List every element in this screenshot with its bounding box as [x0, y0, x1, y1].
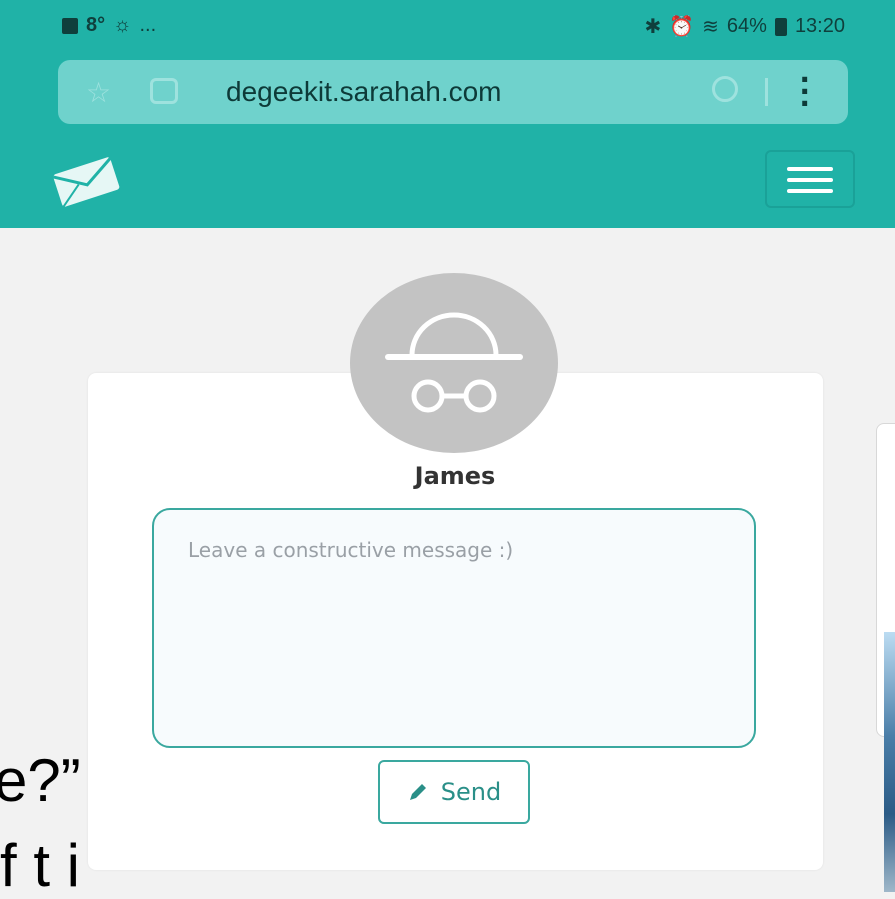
- bluetooth-icon: ✱: [644, 16, 662, 38]
- background-slide-text: e?”: [0, 747, 81, 814]
- star-icon[interactable]: ☆: [86, 76, 111, 109]
- wifi-signal-icon: ≋: [702, 16, 719, 38]
- overflow-menu-icon[interactable]: · · ·: [799, 66, 810, 118]
- alarm-icon: ⏰: [669, 16, 695, 38]
- status-bar: 8° ☼ ... ✱ ⏰ ≋ 64% 13:20: [0, 0, 895, 50]
- background-slide-text-2: f t i: [0, 832, 81, 899]
- envelope-logo-icon[interactable]: [48, 155, 124, 207]
- reload-icon[interactable]: [712, 76, 738, 102]
- message-input[interactable]: [152, 508, 756, 748]
- clock: 13:20: [794, 15, 845, 37]
- battery-icon: [774, 17, 787, 36]
- more-notifications: ...: [139, 14, 157, 36]
- divider: [765, 78, 768, 106]
- anonymous-avatar-icon: [350, 273, 558, 453]
- notification-icon: [62, 17, 78, 34]
- send-button[interactable]: Send: [378, 760, 530, 824]
- url-text[interactable]: degeekit.sarahah.com: [226, 76, 502, 108]
- profile-name: James: [414, 462, 496, 490]
- hamburger-menu-icon[interactable]: [765, 150, 855, 208]
- battery-percent: 64%: [726, 15, 767, 37]
- send-label: Send: [440, 778, 502, 806]
- share-icon[interactable]: [150, 78, 178, 104]
- temperature: 8°: [86, 14, 106, 36]
- background-photo: [884, 632, 895, 892]
- pencil-icon: [409, 784, 426, 800]
- address-bar[interactable]: ☆ degeekit.sarahah.com · · ·: [58, 60, 848, 124]
- weather-icon: ☼: [113, 14, 132, 36]
